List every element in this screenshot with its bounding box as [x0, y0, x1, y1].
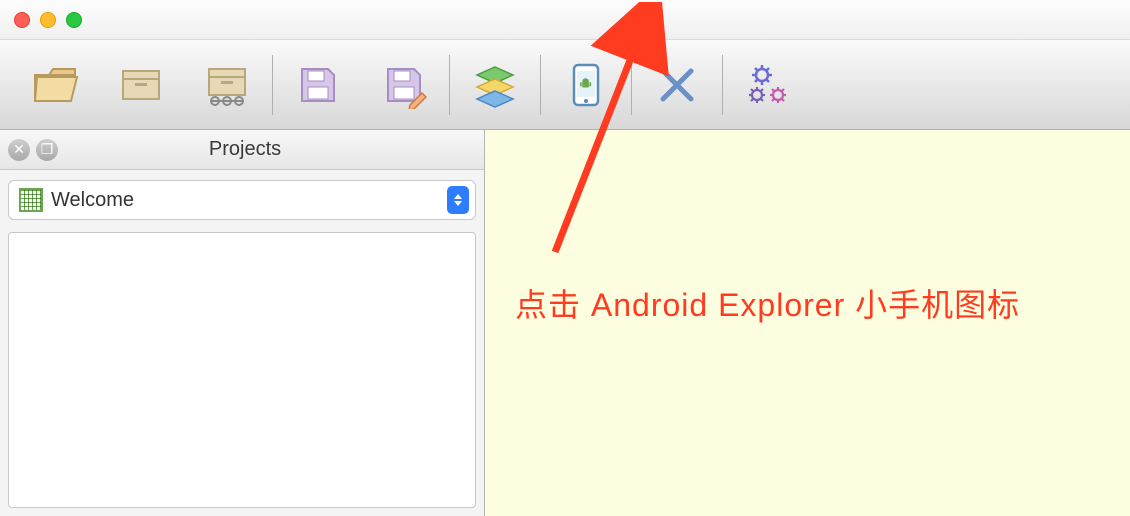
panel-header: ✕ ❐ Projects: [0, 130, 484, 170]
minimize-icon[interactable]: [40, 12, 56, 28]
archive-export-button[interactable]: [184, 40, 270, 130]
toolbar-separator: [631, 55, 632, 115]
toolbar-separator: [722, 55, 723, 115]
settings-button[interactable]: [725, 40, 811, 130]
grid-icon: [19, 188, 43, 212]
toolbar-separator: [449, 55, 450, 115]
panel-restore-icon[interactable]: ❐: [36, 139, 58, 161]
chevron-updown-icon: [447, 186, 469, 214]
annotation-text: 点击 Android Explorer 小手机图标: [515, 280, 1020, 326]
project-tree[interactable]: [8, 232, 476, 508]
archive-export-icon: [203, 61, 251, 109]
layers-button[interactable]: [452, 40, 538, 130]
toolbar-separator: [272, 55, 273, 115]
save-edit-icon: [380, 61, 428, 109]
content-area: 点击 Android Explorer 小手机图标: [485, 130, 1130, 516]
panel-title: Projects: [64, 138, 476, 161]
archive-box-icon: [117, 61, 165, 109]
window-titlebar: [0, 0, 1130, 40]
main-toolbar: [0, 40, 1130, 130]
layers-icon: [471, 61, 519, 109]
android-explorer-button[interactable]: [543, 40, 629, 130]
save-button[interactable]: [275, 40, 361, 130]
open-folder-button[interactable]: [12, 40, 98, 130]
stop-button[interactable]: [634, 40, 720, 130]
android-phone-icon: [562, 61, 610, 109]
zoom-icon[interactable]: [66, 12, 82, 28]
save-edit-button[interactable]: [361, 40, 447, 130]
project-selector-value: Welcome: [51, 189, 447, 212]
archive-button[interactable]: [98, 40, 184, 130]
save-floppy-icon: [294, 61, 342, 109]
panel-close-icon[interactable]: ✕: [8, 139, 30, 161]
project-selector[interactable]: Welcome: [8, 180, 476, 220]
gears-icon: [744, 61, 792, 109]
projects-panel: ✕ ❐ Projects Welcome: [0, 130, 485, 516]
close-icon[interactable]: [14, 12, 30, 28]
folder-open-icon: [31, 61, 79, 109]
toolbar-separator: [540, 55, 541, 115]
stop-x-icon: [653, 61, 701, 109]
